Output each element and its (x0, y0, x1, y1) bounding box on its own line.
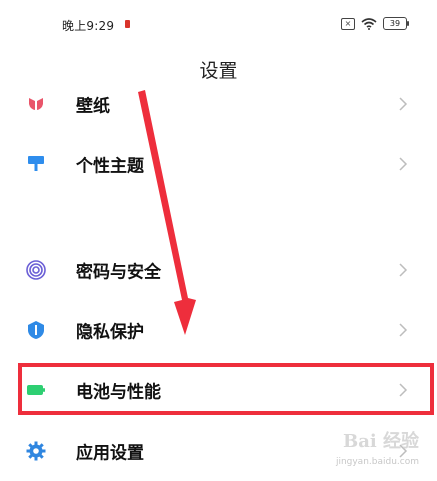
settings-item-label: 隐私保护 (76, 322, 144, 343)
status-icons: × 39 (341, 17, 409, 30)
wallpaper-icon (29, 98, 43, 110)
fingerprint-icon (26, 260, 46, 280)
settings-item-password-security[interactable]: 密码与安全 (0, 240, 437, 300)
battery-indicator: 39 (383, 17, 409, 30)
annotation-highlight-box (18, 363, 434, 415)
settings-item-label: 个性主题 (76, 156, 144, 177)
settings-item-privacy[interactable]: 隐私保护 (0, 300, 437, 360)
settings-item-label: 应用设置 (76, 443, 144, 464)
shield-icon (28, 321, 44, 339)
watermark-logo: Bai 经验 (343, 431, 419, 452)
settings-item-label: 壁纸 (76, 96, 110, 117)
chevron-right-icon (399, 263, 408, 277)
settings-item-theme[interactable]: 个性主题 (0, 134, 437, 194)
notification-icon (125, 20, 130, 28)
chevron-right-icon (399, 97, 408, 111)
wifi-icon (361, 17, 377, 30)
gear-icon (26, 441, 46, 461)
no-sim-icon: × (341, 17, 355, 30)
settings-item-wallpaper[interactable]: 壁纸 (0, 74, 437, 134)
chevron-right-icon (399, 323, 408, 337)
settings-item-label: 密码与安全 (76, 262, 161, 283)
watermark-url: jingyan.baidu.com (335, 457, 419, 467)
brush-icon (28, 156, 44, 171)
watermark: Bai 经验 jingyan.baidu.com (307, 427, 427, 469)
chevron-right-icon (399, 157, 408, 171)
status-bar: 晚上9:29 × 39 (0, 0, 437, 44)
status-time: 晚上9:29 (62, 19, 115, 33)
